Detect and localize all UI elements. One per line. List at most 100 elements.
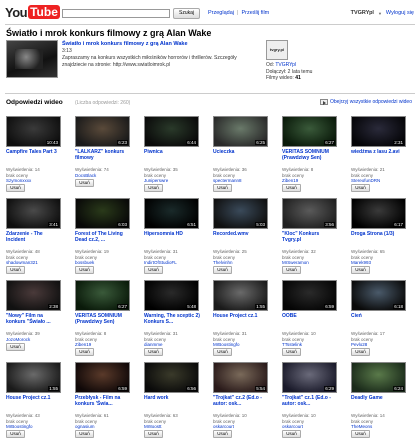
remove-button[interactable]: Usuń <box>351 266 370 274</box>
video-author-link[interactable]: shadowman321 <box>6 260 38 266</box>
video-author-link[interactable]: Mr8oostt <box>144 424 162 430</box>
remove-button[interactable]: Usuń <box>6 342 25 351</box>
video-thumbnail[interactable]: 6:27 <box>75 280 130 311</box>
video-author-link[interactable]: oskarcourt <box>282 424 303 430</box>
video-title-link[interactable]: VERITAS SOMNIUM (Prawdziwy Sen) <box>75 313 131 325</box>
video-thumbnail[interactable]: 1:55 <box>213 280 268 311</box>
video-duration: 6:25 <box>255 140 266 145</box>
remove-button[interactable]: Usuń <box>351 430 370 438</box>
video-title-link[interactable]: wiedźma z lasu 2.avi <box>351 149 407 155</box>
remove-button[interactable]: Usuń <box>75 348 94 356</box>
video-author-link[interactable]: TTsstelink <box>282 342 302 348</box>
remove-button[interactable]: Usuń <box>75 430 94 438</box>
video-title-link[interactable]: Przebłysk - Film na konkurs 'Świa... <box>75 395 131 407</box>
video-author-link[interactable]: oskarcourt <box>213 424 234 430</box>
video-title-link[interactable]: House Project cz.1 <box>6 395 62 401</box>
video-author-link[interactable]: Pevlo28 <box>351 342 367 348</box>
video-title-link[interactable]: "LALKARZ" konkurs filmowy <box>75 149 131 161</box>
video-title-link[interactable]: Hipersomnia HD <box>144 231 200 237</box>
video-title-link[interactable]: VERITAS SOMNIUM (Prawdziwy Sen) <box>282 149 338 161</box>
remove-button[interactable]: Usuń <box>213 348 232 356</box>
video-thumbnail[interactable]: 2:31 <box>351 116 406 147</box>
video-author-link[interactable]: Thelvinhn <box>213 260 233 266</box>
video-thumbnail[interactable]: 5:48 <box>144 280 199 311</box>
video-title-link[interactable]: Ucieczka <box>213 149 269 155</box>
remove-button[interactable]: Usuń <box>6 184 25 192</box>
video-replies-grid: 10:43 Campfire Tales Part 3 Wyświetlenia: … <box>0 0 420 445</box>
video-title-link[interactable]: "Kloc" Konkurs Tvgry.pl <box>282 231 338 243</box>
remove-button[interactable]: Usuń <box>144 184 163 192</box>
remove-button[interactable]: Usuń <box>213 430 232 438</box>
video-thumbnail[interactable]: 10:43 <box>6 116 61 147</box>
video-author-link[interactable]: MrSweramon <box>282 260 309 266</box>
video-thumbnail[interactable]: 6:44 <box>144 116 199 147</box>
video-thumbnail[interactable]: 6:17 <box>351 198 406 229</box>
video-author-link[interactable]: ognasium <box>75 424 95 430</box>
video-author-link[interactable]: spectermann8 <box>213 178 242 184</box>
video-thumbnail[interactable]: 5:54 <box>213 362 268 393</box>
video-author-link[interactable]: Ziben19 <box>282 178 298 184</box>
video-title-link[interactable]: Recorded.wmv <box>213 231 269 237</box>
remove-button[interactable]: Usuń <box>351 348 370 356</box>
video-title-link[interactable]: "Trojkat" cz.2 (Ed.o - autor: osk... <box>213 395 269 407</box>
remove-button[interactable]: Usuń <box>282 184 301 192</box>
remove-button[interactable]: Usuń <box>144 266 163 274</box>
video-title-link[interactable]: Piwnica <box>144 149 200 155</box>
video-author-link[interactable]: StereofunDRN <box>351 178 380 184</box>
video-thumbnail[interactable]: 6:18 <box>351 280 406 311</box>
video-title-link[interactable]: Droga Strona (1/3) <box>351 231 407 237</box>
remove-button[interactable]: Usuń <box>144 348 163 356</box>
video-author-link[interactable]: DocsBlack <box>75 173 96 179</box>
remove-button[interactable]: Usuń <box>6 266 25 274</box>
video-author-link[interactable]: Juniperswre <box>144 178 168 184</box>
remove-button[interactable]: Usuń <box>213 266 232 274</box>
video-author-link[interactable]: Szymonxxxx <box>6 178 31 184</box>
video-title-link[interactable]: "Nowy" Film na konkurs "Świało ... <box>6 313 62 325</box>
video-title-link[interactable]: Zdarzenie - The Incident <box>6 231 62 243</box>
video-title-link[interactable]: Hard work <box>144 395 200 401</box>
video-author-link[interactable]: IndirtOfStudioFL <box>144 260 177 266</box>
video-title-link[interactable]: Forest of The Living Dead cz.2, ... <box>75 231 131 243</box>
remove-button[interactable]: Usuń <box>6 430 25 438</box>
video-thumbnail[interactable]: 6:23 <box>75 116 130 147</box>
video-thumbnail[interactable]: 3:56 <box>282 198 337 229</box>
video-title-link[interactable]: House Project cz.1 <box>213 313 269 319</box>
video-thumbnail[interactable]: 6:24 <box>351 362 406 393</box>
video-thumbnail[interactable]: 1:55 <box>6 362 61 393</box>
video-author-link[interactable]: MrBoostingfo <box>6 424 33 430</box>
video-thumbnail[interactable]: 6:59 <box>75 362 130 393</box>
video-author-link[interactable]: JozoMorock <box>6 337 30 343</box>
video-title-link[interactable]: Deadly Game <box>351 395 407 401</box>
remove-button[interactable]: Usuń <box>282 266 301 274</box>
video-author-link[interactable]: dianmme <box>144 342 163 348</box>
remove-button[interactable]: Usuń <box>75 266 94 274</box>
remove-button[interactable]: Usuń <box>144 430 163 438</box>
video-title-link[interactable]: Cień <box>351 313 407 319</box>
video-thumbnail[interactable]: 5:03 <box>213 198 268 229</box>
video-author-link[interactable]: Marek993 <box>351 260 371 266</box>
video-thumbnail[interactable]: 6:27 <box>282 116 337 147</box>
video-thumbnail[interactable]: 6:03 <box>75 198 130 229</box>
video-author-link[interactable]: TheMeons <box>351 424 372 430</box>
video-thumbnail[interactable]: 3:41 <box>6 198 61 229</box>
video-author-link[interactable]: MrBoostingfo <box>213 342 240 348</box>
remove-button[interactable]: Usuń <box>351 184 370 192</box>
video-thumbnail[interactable]: 6:51 <box>144 198 199 229</box>
video-author-link[interactable]: Ziben19 <box>75 342 91 348</box>
video-title-link[interactable]: Warning, The sceptic 2) Konkurs S... <box>144 313 200 325</box>
remove-button[interactable]: Usuń <box>282 348 301 356</box>
video-thumbnail[interactable]: 6:29 <box>282 362 337 393</box>
video-thumbnail[interactable]: 6:59 <box>282 280 337 311</box>
video-title-link[interactable]: OOBE <box>282 313 338 319</box>
remove-button[interactable]: Usuń <box>213 184 232 192</box>
video-card: 6:17 Droga Strona (1/3) Wyświetlenia: 65 br… <box>351 198 407 274</box>
video-thumbnail[interactable]: 6:56 <box>144 362 199 393</box>
remove-button[interactable]: Usuń <box>75 178 94 187</box>
video-thumbnail[interactable]: 2:38 <box>6 280 61 311</box>
remove-button[interactable]: Usuń <box>282 430 301 438</box>
video-title-link[interactable]: Campfire Tales Part 3 <box>6 149 62 155</box>
video-thumbnail[interactable]: 6:25 <box>213 116 268 147</box>
video-author-link[interactable]: bossbuek <box>75 260 94 266</box>
video-title-link[interactable]: "Trojkat" cz.1 (Ed.o - autor: osk... <box>282 395 338 407</box>
video-card: 1:55 House Project cz.1 Wyświetlenia: 43 br… <box>6 362 62 438</box>
